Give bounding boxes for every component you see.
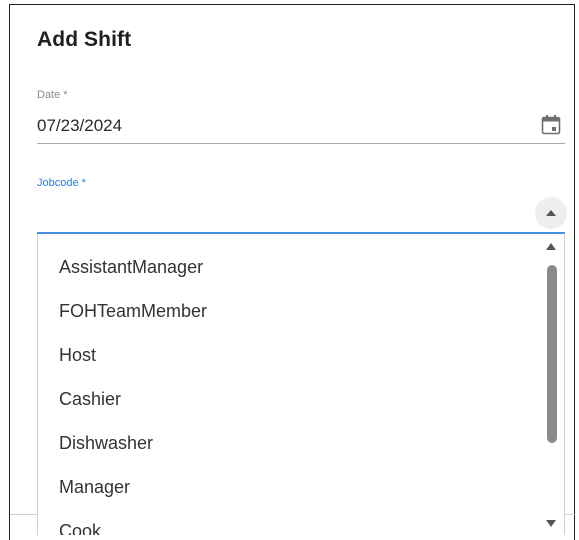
jobcode-option[interactable]: AssistantManager (59, 257, 203, 278)
jobcode-option[interactable]: Cashier (59, 389, 121, 410)
jobcode-dropdown-toggle[interactable] (535, 197, 567, 229)
date-field-input[interactable]: 07/23/2024 (37, 116, 122, 136)
date-field-label: Date * (37, 89, 68, 101)
jobcode-option[interactable]: Dishwasher (59, 433, 153, 454)
jobcode-option[interactable]: Manager (59, 477, 130, 498)
jobcode-option[interactable]: FOHTeamMember (59, 301, 207, 322)
jobcode-option[interactable]: Host (59, 345, 96, 366)
jobcode-option[interactable]: Cook (59, 521, 101, 535)
dialog-footer-divider (10, 514, 37, 515)
date-field-underline (37, 143, 565, 144)
calendar-icon[interactable] (541, 114, 561, 136)
jobcode-options-list[interactable]: AssistantManager FOHTeamMember Host Cash… (37, 235, 565, 535)
jobcode-field-label: Jobcode * (37, 177, 86, 189)
scrollbar-thumb[interactable] (547, 265, 557, 443)
dialog-title: Add Shift (37, 28, 132, 51)
scroll-down-arrow-icon[interactable] (546, 520, 556, 527)
dialog-footer-divider (565, 514, 575, 515)
chevron-up-icon (546, 210, 556, 216)
scroll-up-arrow-icon[interactable] (546, 243, 556, 250)
jobcode-field-underline[interactable] (37, 232, 565, 234)
